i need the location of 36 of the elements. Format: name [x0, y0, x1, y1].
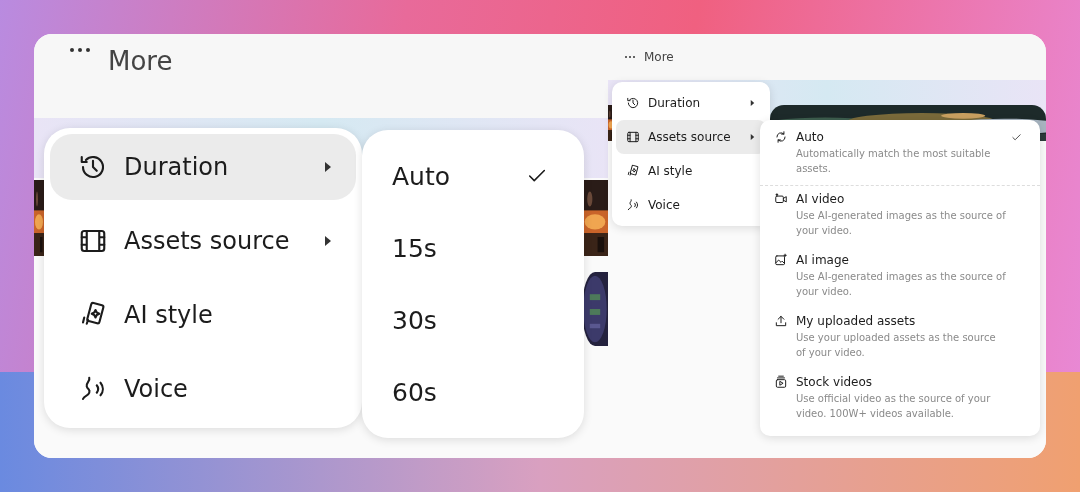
option-description: Use your uploaded assets as the source of your video. [796, 331, 997, 360]
more-dots-icon [624, 55, 636, 59]
menu-option[interactable]: AI image Use AI-generated images as the source of your video. [760, 247, 1040, 308]
option-title: Auto [796, 130, 825, 144]
menu-item[interactable]: Assets source [616, 120, 766, 154]
menu-option[interactable]: 15s [392, 233, 548, 263]
option-title: My uploaded assets [796, 314, 917, 328]
menu-item[interactable]: Assets source [50, 208, 356, 274]
voice-icon [626, 198, 640, 212]
image-icon [774, 253, 788, 267]
menu-item[interactable]: Duration [616, 86, 766, 120]
video-camera-icon [774, 192, 788, 206]
refresh-icon [774, 130, 788, 144]
option-description: Use official video as the source of your video. 100W+ videos available. [796, 392, 992, 421]
menu-item[interactable]: AI style [50, 282, 356, 348]
menu-title: More [644, 50, 674, 64]
option-title: AI video [796, 192, 846, 206]
menu-option[interactable]: My uploaded assets Use your uploaded assets as the source of your video. [760, 308, 1040, 369]
clock-icon [626, 96, 640, 110]
option-description: Automatically match the most suitable assets. [796, 147, 992, 176]
option-description: Use AI-generated images as the source of your video. [796, 209, 1006, 238]
menu-item[interactable]: Duration [50, 134, 356, 200]
menu-option[interactable]: 30s [392, 305, 548, 335]
menu-item[interactable]: Voice [50, 356, 356, 422]
more-dots-icon [68, 46, 92, 54]
menu-option[interactable]: Stock videos Use official video as the source of your video. 100W+ videos available. [760, 369, 1040, 430]
option-description: Use AI-generated images as the source of your video. [796, 270, 1006, 299]
film-strip-icon [626, 130, 640, 144]
option-title: AI image [796, 253, 850, 267]
menu-option[interactable]: Auto [392, 161, 548, 191]
menu-title: More [108, 46, 173, 76]
option-title: Stock videos [796, 375, 874, 389]
sparkle-card-icon [626, 164, 640, 178]
video-stack-icon [774, 375, 788, 389]
upload-icon [774, 314, 788, 328]
menu-option[interactable]: 60s [392, 377, 548, 407]
